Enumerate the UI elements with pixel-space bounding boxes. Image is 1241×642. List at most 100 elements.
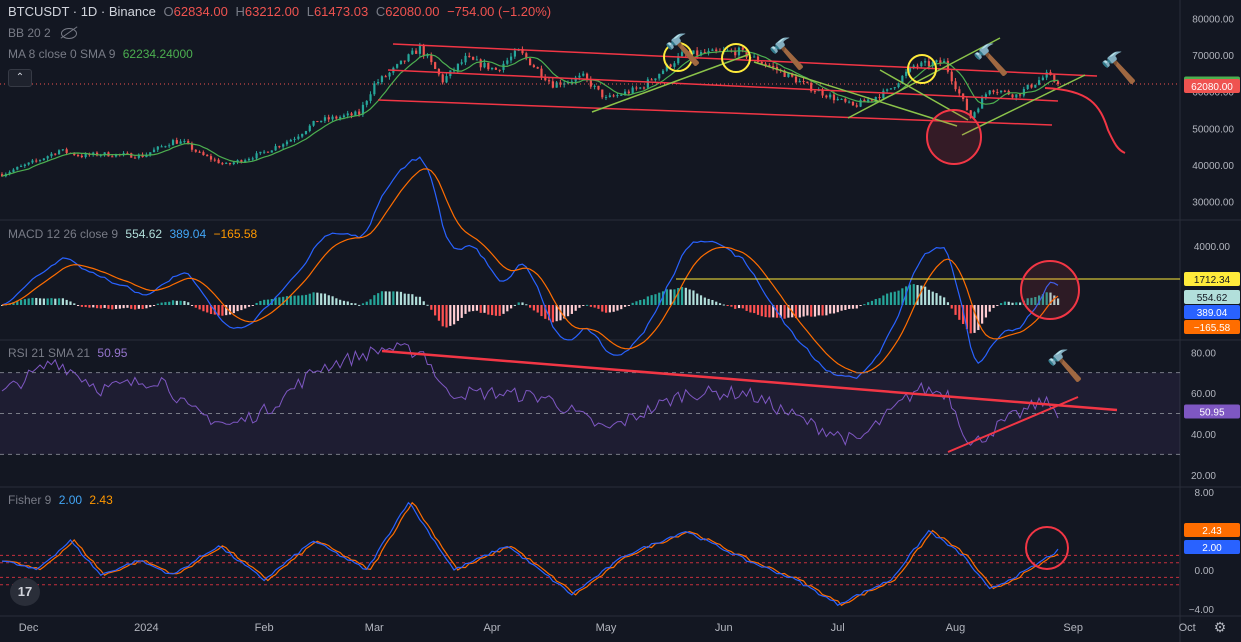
candle-body bbox=[259, 151, 262, 154]
price-tick-label: 30000.00 bbox=[1192, 198, 1234, 209]
macd-histogram-bar bbox=[320, 293, 323, 305]
candle-body bbox=[498, 69, 501, 71]
candle-body bbox=[331, 116, 334, 120]
macd-histogram-bar bbox=[107, 305, 110, 309]
bb-label[interactable]: BB 20 2 bbox=[8, 26, 51, 40]
candle-body bbox=[1030, 84, 1033, 88]
candle-body bbox=[897, 83, 900, 88]
macd-histogram-bar bbox=[703, 297, 706, 305]
macd-histogram-bar bbox=[897, 290, 900, 305]
hidden-eye-icon[interactable] bbox=[60, 28, 77, 40]
candle-body bbox=[977, 108, 980, 113]
macd-histogram-bar bbox=[187, 302, 190, 305]
symbol-label[interactable]: BTCUSDT · 1D · Binance bbox=[8, 4, 156, 19]
chart-canvas[interactable]: 80000.0070000.0060000.0050000.0040000.00… bbox=[0, 0, 1241, 642]
macd-histogram-bar bbox=[377, 293, 380, 305]
candle-body bbox=[54, 153, 57, 155]
candle-body bbox=[973, 112, 976, 118]
macd-histogram-bar bbox=[494, 305, 498, 316]
macd-legend[interactable]: MACD 12 26 close 9 554.62 389.04 −165.58 bbox=[8, 227, 261, 241]
rsi-label[interactable]: RSI 21 SMA 21 bbox=[8, 346, 90, 360]
bb-legend[interactable]: BB 20 2 bbox=[8, 26, 81, 40]
tradingview-logo[interactable]: 17 bbox=[10, 578, 40, 606]
macd-histogram-bar bbox=[817, 305, 820, 316]
candle-body bbox=[1026, 84, 1029, 90]
macd-histogram-bar bbox=[536, 305, 539, 313]
macd-histogram-bar bbox=[54, 298, 57, 305]
price-tick-label: 80000.00 bbox=[1192, 14, 1234, 25]
macd-histogram-bar bbox=[418, 296, 422, 305]
candle-body bbox=[1034, 84, 1037, 88]
macd-histogram-bar bbox=[711, 299, 714, 305]
candle-body bbox=[787, 73, 790, 77]
macd-histogram-bar bbox=[118, 305, 121, 309]
macd-histogram-bar bbox=[825, 305, 828, 316]
macd-histogram-bar bbox=[373, 295, 376, 305]
macd-histogram-bar bbox=[927, 289, 931, 305]
rsi-tick-label: 60.00 bbox=[1191, 389, 1216, 400]
macd-histogram-bar bbox=[312, 292, 315, 305]
candle-body bbox=[867, 99, 870, 102]
macd-histogram-bar bbox=[604, 305, 608, 313]
candle-body bbox=[893, 87, 896, 89]
fisher-label[interactable]: Fisher 9 bbox=[8, 493, 51, 507]
fisher-tick-label: 8.00 bbox=[1195, 488, 1215, 499]
symbol-legend[interactable]: BTCUSDT · 1D · Binance O62834.00 H63212.… bbox=[8, 4, 555, 19]
macd-label[interactable]: MACD 12 26 close 9 bbox=[8, 227, 118, 241]
macd-histogram-bar bbox=[308, 293, 311, 305]
gear-icon[interactable]: ⚙ bbox=[1212, 619, 1228, 635]
candle-body bbox=[80, 155, 83, 158]
macd-histogram-bar bbox=[699, 295, 703, 305]
macd-histogram-bar bbox=[35, 297, 38, 305]
hammer-icon: 🔨 bbox=[664, 34, 702, 67]
macd-histogram-bar bbox=[654, 294, 657, 305]
candle-body bbox=[247, 158, 251, 161]
candle-body bbox=[289, 139, 292, 142]
macd-histogram-bar bbox=[61, 298, 64, 305]
macd-histogram-bar bbox=[840, 305, 843, 311]
macd-histogram-bar bbox=[194, 305, 197, 308]
candle-body bbox=[992, 90, 995, 93]
candle-body bbox=[346, 113, 349, 116]
candle-body bbox=[631, 87, 634, 94]
candle-body bbox=[384, 76, 387, 78]
macd-histogram-bar bbox=[608, 305, 611, 313]
time-tick-label: Mar bbox=[365, 622, 384, 634]
macd-histogram-bar bbox=[19, 299, 23, 305]
rsi-legend[interactable]: RSI 21 SMA 21 50.95 bbox=[8, 346, 131, 360]
ma-value: 62234.24000 bbox=[122, 47, 193, 61]
fisher-legend[interactable]: Fisher 9 2.00 2.43 bbox=[8, 493, 117, 507]
macd-histogram-bar bbox=[23, 299, 26, 305]
macd-histogram-bar bbox=[247, 305, 251, 307]
ma-label[interactable]: MA 8 close 0 SMA 9 bbox=[8, 47, 115, 61]
macd-histogram-bar bbox=[259, 300, 262, 305]
macd-value-3: −165.58 bbox=[213, 227, 258, 241]
collapse-legend-button[interactable]: ⌃ bbox=[8, 69, 32, 87]
macd-histogram-bar bbox=[358, 304, 361, 306]
time-tick-label: Dec bbox=[19, 622, 39, 634]
candle-body bbox=[627, 91, 630, 94]
macd-histogram-bar bbox=[1000, 303, 1003, 305]
macd-histogram-bar bbox=[844, 305, 847, 310]
macd-histogram-bar bbox=[266, 299, 270, 305]
candle-body bbox=[31, 160, 34, 163]
candle-body bbox=[468, 55, 471, 57]
macd-histogram-bar bbox=[810, 305, 813, 317]
hammer-icon: 🔨 bbox=[972, 44, 1010, 77]
candle-body bbox=[76, 155, 80, 157]
candle-body bbox=[654, 78, 657, 81]
candle-body bbox=[65, 149, 68, 153]
rsi-value-tag: 50.95 bbox=[1199, 408, 1224, 419]
ma-legend[interactable]: MA 8 close 0 SMA 9 62234.24000 bbox=[8, 47, 197, 61]
trendline bbox=[753, 61, 958, 127]
candle-body bbox=[111, 156, 114, 158]
candle-body bbox=[612, 95, 615, 97]
candle-body bbox=[38, 160, 42, 162]
macd-histogram-bar bbox=[449, 305, 452, 326]
macd-histogram-bar bbox=[434, 305, 437, 316]
candle-body bbox=[179, 141, 182, 144]
macd-histogram-bar bbox=[745, 305, 748, 311]
hammer-icon: 🔨 bbox=[768, 38, 806, 71]
time-tick-label: Oct bbox=[1179, 622, 1196, 634]
candle-body bbox=[19, 165, 23, 167]
